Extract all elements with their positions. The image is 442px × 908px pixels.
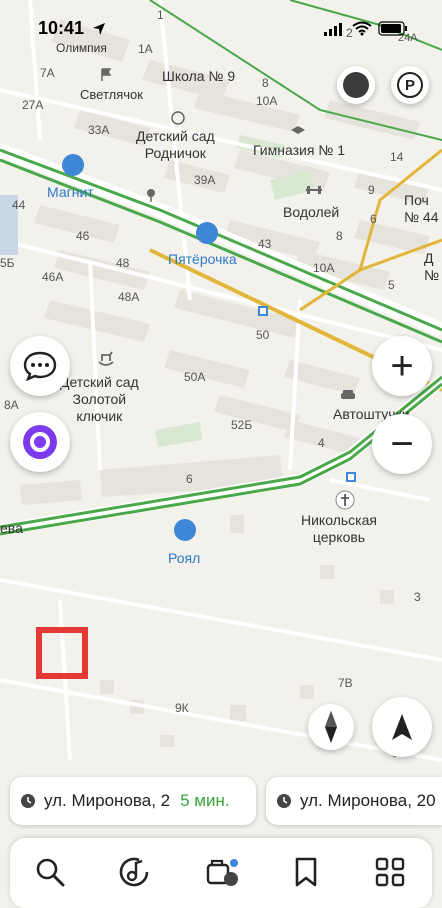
- parking-button[interactable]: P: [391, 66, 429, 104]
- route-address: ул. Миронова, 20: [300, 791, 436, 810]
- bus-stop-icon: [258, 306, 268, 316]
- svg-text:P: P: [405, 77, 415, 94]
- navigation-arrow-icon: [392, 714, 412, 740]
- poi-magnit[interactable]: Магнит: [47, 184, 94, 201]
- tab-music[interactable]: [114, 852, 154, 892]
- wifi-icon: [352, 21, 372, 36]
- chat-button[interactable]: [10, 336, 70, 396]
- poi-d-partial[interactable]: Д №: [424, 250, 439, 284]
- battery-icon: [378, 21, 407, 36]
- house-number: 10А: [313, 261, 335, 275]
- tab-bar: [10, 838, 432, 908]
- tab-search[interactable]: [30, 852, 70, 892]
- house-number: 9: [368, 183, 375, 197]
- house-number: 48А: [118, 290, 140, 304]
- house-number: 5: [388, 278, 395, 292]
- street-label: ева: [0, 520, 23, 536]
- compass-button[interactable]: [308, 704, 354, 750]
- layers-icon: [343, 72, 369, 98]
- services-icon: [206, 859, 238, 886]
- route-card[interactable]: ул. Миронова, 20: [266, 777, 442, 825]
- poi-pyaterochka[interactable]: Пятёрочка: [168, 251, 237, 268]
- house-number: 3: [414, 590, 421, 604]
- location-arrow-icon: [93, 23, 105, 35]
- dumbbell-icon: [306, 186, 322, 194]
- church-icon: [335, 490, 355, 510]
- house-number: 10А: [256, 94, 278, 108]
- house-number: 14: [390, 150, 404, 164]
- search-icon: [36, 858, 65, 887]
- house-number: 7А: [40, 66, 55, 80]
- house-number: 4: [318, 436, 325, 450]
- tab-bookmarks[interactable]: [286, 852, 326, 892]
- alice-icon: [23, 425, 57, 459]
- poi-vodoley[interactable]: Водолей: [283, 204, 339, 221]
- poi-svetlyachok[interactable]: Светлячок: [80, 86, 143, 103]
- zoom-out-label: −: [390, 422, 414, 466]
- kindergarten-icon: [171, 111, 185, 125]
- route-address: ул. Миронова, 2: [44, 791, 171, 810]
- compass-icon: [325, 711, 337, 743]
- house-number: 8: [336, 229, 343, 243]
- house-number: 48: [116, 256, 130, 270]
- route-card[interactable]: ул. Миронова, 2 5 мин.: [10, 777, 256, 825]
- flower-icon: [147, 189, 155, 202]
- clock-icon: [21, 794, 35, 808]
- chat-icon: [23, 351, 57, 381]
- parking-icon: P: [397, 72, 423, 98]
- house-number: 6: [370, 212, 377, 226]
- layers-button[interactable]: [337, 66, 375, 104]
- house-number: 46А: [42, 270, 64, 284]
- poi-royal[interactable]: Роял: [168, 550, 200, 567]
- poi-nikolskaya[interactable]: Никольская церковь: [301, 512, 377, 546]
- school-icon: [291, 126, 305, 134]
- grid-icon: [375, 857, 405, 887]
- hotel-icon[interactable]: [174, 519, 196, 541]
- shop-icon[interactable]: [196, 222, 218, 244]
- tab-services[interactable]: [202, 852, 242, 892]
- house-number: 50А: [184, 370, 206, 384]
- status-bar: 10:41: [0, 0, 442, 44]
- tab-menu[interactable]: [370, 852, 410, 892]
- bookmark-icon: [295, 857, 317, 887]
- route-eta: 5 мин.: [180, 791, 230, 810]
- shop-icon[interactable]: [62, 154, 84, 176]
- house-number: 50: [256, 328, 270, 342]
- house-number: 9К: [175, 701, 189, 715]
- clock-icon: [277, 794, 291, 808]
- house-number: 46: [76, 229, 90, 243]
- house-number: 7В: [338, 676, 353, 690]
- house-number: 8А: [4, 398, 19, 412]
- house-number: 1А: [138, 42, 153, 56]
- house-number: 8: [262, 76, 269, 90]
- poi-detsad-rodnichok[interactable]: Детский сад Родничок: [136, 128, 215, 162]
- house-number: 6: [186, 472, 193, 486]
- house-number: 52Б: [231, 418, 253, 432]
- house-number: 33А: [88, 123, 110, 137]
- poi-gimnaziya[interactable]: Гимназия № 1: [253, 142, 345, 159]
- zoom-in-button[interactable]: +: [372, 336, 432, 396]
- music-icon: [119, 857, 149, 887]
- signal-icon: [324, 23, 342, 36]
- flag-icon: [101, 68, 112, 81]
- house-number: 43: [258, 237, 272, 251]
- zoom-in-label: +: [390, 344, 414, 388]
- zoom-out-button[interactable]: −: [372, 414, 432, 474]
- status-time: 10:41: [38, 18, 85, 38]
- alice-button[interactable]: [10, 412, 70, 472]
- poi-detsad-zolotoy[interactable]: Детский сад Золотой ключик: [60, 374, 139, 425]
- house-number: 5Б: [0, 256, 15, 270]
- rocking-horse-icon: [98, 351, 114, 366]
- house-number: 44: [12, 198, 26, 212]
- locate-button[interactable]: [372, 697, 432, 757]
- bus-stop-icon: [346, 472, 356, 482]
- house-number: 27А: [22, 98, 44, 112]
- car-icon: [341, 390, 355, 399]
- poi-shkola[interactable]: Школа № 9: [162, 68, 235, 85]
- house-number: 39А: [194, 173, 216, 187]
- poi-pochta[interactable]: Поч № 44: [404, 192, 438, 226]
